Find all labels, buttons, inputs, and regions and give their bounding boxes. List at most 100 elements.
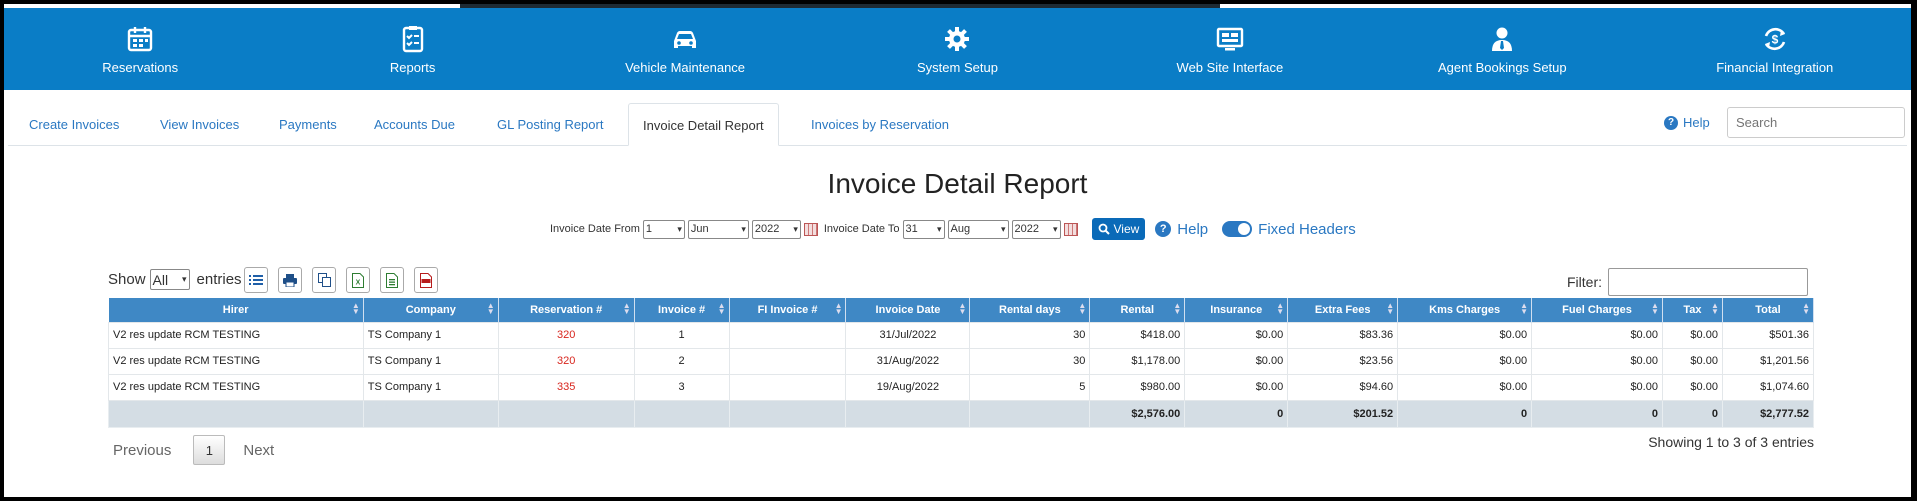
column-header-label: Company xyxy=(405,303,456,316)
sort-icon: ▲ ▼ xyxy=(834,301,843,316)
excel-export-button[interactable]: X xyxy=(346,267,370,293)
list-icon xyxy=(249,275,263,285)
chevron-down-icon: ▾ xyxy=(1052,223,1058,234)
table-cell: V2 res update RCM TESTING xyxy=(108,321,364,349)
tab-invoices-by-reservation[interactable]: Invoices by Reservation xyxy=(811,103,949,146)
table-row[interactable]: V2 res update RCM TESTING TS Company 1 320… xyxy=(108,321,1815,349)
table-row[interactable]: V2 res update RCM TESTING TS Company 1 320… xyxy=(108,347,1815,375)
column-header[interactable]: Rental ▲ ▼ xyxy=(1089,298,1186,322)
column-header[interactable]: Kms Charges ▲ ▼ xyxy=(1397,298,1533,322)
column-header[interactable]: Hirer ▲ ▼ xyxy=(108,298,364,322)
previous-button[interactable]: Previous xyxy=(113,442,171,459)
help-icon: ? xyxy=(1155,221,1172,237)
from-month-select[interactable]: Jun ▾ xyxy=(687,219,749,239)
nav-system-setup[interactable]: System Setup xyxy=(821,8,1093,90)
nav-label: Reports xyxy=(389,59,436,75)
to-day-value: 31 xyxy=(905,223,918,235)
sort-icon: ▲ ▼ xyxy=(622,301,631,316)
column-header[interactable]: Tax ▲ ▼ xyxy=(1662,298,1723,322)
column-header[interactable]: Rental days ▲ ▼ xyxy=(969,298,1091,322)
total-cell: 0 xyxy=(1397,399,1533,428)
gear-icon xyxy=(945,26,970,51)
filter-input[interactable] xyxy=(1608,268,1808,296)
export-toolbar: X xyxy=(244,267,438,293)
sort-icon: ▲ ▼ xyxy=(1276,301,1285,316)
copy-button[interactable] xyxy=(312,267,336,293)
column-header-label: Tax xyxy=(1683,303,1702,316)
table-cell: 3 xyxy=(633,373,730,401)
column-list-button[interactable] xyxy=(244,267,268,293)
table-cell: $0.00 xyxy=(1531,373,1663,401)
total-cell xyxy=(108,399,364,428)
column-header-label: Invoice Date xyxy=(875,303,941,316)
column-header[interactable]: Invoice # ▲ ▼ xyxy=(634,298,730,322)
tab-payments[interactable]: Payments xyxy=(279,103,337,146)
print-button[interactable] xyxy=(278,267,302,293)
view-button[interactable]: View xyxy=(1091,218,1146,240)
fixed-headers-label: Fixed Headers xyxy=(1258,220,1356,238)
column-header[interactable]: Total ▲ ▼ xyxy=(1722,298,1815,322)
tab-view-invoices[interactable]: View Invoices xyxy=(160,103,239,146)
calendar-icon[interactable] xyxy=(803,222,818,236)
table-cell: $0.00 xyxy=(1661,373,1723,401)
column-header[interactable]: FI Invoice # ▲ ▼ xyxy=(729,298,847,322)
sort-icon: ▲ ▼ xyxy=(486,301,495,316)
column-header[interactable]: Fuel Charges ▲ ▼ xyxy=(1531,298,1663,322)
tab-create-invoices[interactable]: Create Invoices xyxy=(29,103,119,146)
total-cell xyxy=(845,399,971,428)
tab-accounts-due[interactable]: Accounts Due xyxy=(374,103,455,146)
table-body: V2 res update RCM TESTING TS Company 1 320… xyxy=(108,321,1815,428)
from-month-value: Jun xyxy=(690,223,709,235)
show-entries: Show All ▾ entries xyxy=(108,269,242,290)
search-input[interactable] xyxy=(1727,107,1905,138)
nav-financial-integration[interactable]: $ Financial Integration xyxy=(1639,8,1911,90)
table-cell: 2 xyxy=(633,347,730,375)
table-cell xyxy=(728,347,847,375)
table-cell: $0.00 xyxy=(1184,347,1289,375)
to-day-select[interactable]: 31 ▾ xyxy=(902,219,945,239)
reservation-link[interactable]: 320 xyxy=(497,347,635,375)
column-header[interactable]: Extra Fees ▲ ▼ xyxy=(1287,298,1399,322)
reservation-link[interactable]: 335 xyxy=(497,373,635,401)
entries-select[interactable]: All ▾ xyxy=(149,269,190,290)
nav-web-site-interface[interactable]: Web Site Interface xyxy=(1094,8,1366,90)
csv-export-button[interactable] xyxy=(380,267,404,293)
nav-agent-bookings-setup[interactable]: Agent Bookings Setup xyxy=(1366,8,1638,90)
reservation-link[interactable]: 320 xyxy=(497,321,635,349)
fixed-headers-toggle[interactable] xyxy=(1222,221,1253,237)
tab-invoice-detail-report[interactable]: Invoice Detail Report xyxy=(628,103,779,146)
page-button[interactable]: 1 xyxy=(193,435,226,465)
next-button[interactable]: Next xyxy=(243,442,274,459)
totals-row: $2,576.00 0 $201.52 0 0 0 $2,777.52 xyxy=(108,399,1815,428)
from-day-select[interactable]: 1 ▾ xyxy=(642,219,685,239)
nav-vehicle-maintenance[interactable]: Vehicle Maintenance xyxy=(549,8,821,90)
help-link[interactable]: ? Help xyxy=(1155,221,1208,238)
to-year-select[interactable]: 2022 ▾ xyxy=(1011,219,1061,239)
tab-gl-posting-report[interactable]: GL Posting Report xyxy=(497,103,603,146)
pdf-icon xyxy=(420,272,432,288)
from-year-select[interactable]: 2022 ▾ xyxy=(751,219,801,239)
pdf-export-button[interactable] xyxy=(414,267,438,293)
column-header-label: Reservation # xyxy=(530,303,603,316)
excel-icon: X xyxy=(352,272,364,288)
to-month-select[interactable]: Aug ▾ xyxy=(947,219,1009,239)
nav-reports[interactable]: Reports xyxy=(276,8,548,90)
chevron-down-icon: ▾ xyxy=(677,223,682,234)
from-year-value: 2022 xyxy=(754,223,780,235)
table-cell: $0.00 xyxy=(1184,321,1289,349)
nav-reservations[interactable]: Reservations xyxy=(4,8,276,90)
chevron-down-icon: ▾ xyxy=(741,223,746,234)
column-header-label: Fuel Charges xyxy=(1562,303,1632,316)
table-cell: $1,178.00 xyxy=(1089,347,1186,375)
column-header[interactable]: Company ▲ ▼ xyxy=(363,298,499,322)
copy-icon xyxy=(317,273,331,287)
total-cell: 0 xyxy=(1661,399,1723,428)
table-cell: 5 xyxy=(969,373,1091,401)
column-header[interactable]: Reservation # ▲ ▼ xyxy=(498,298,635,322)
calendar-icon[interactable] xyxy=(1063,222,1078,236)
chevron-down-icon: ▾ xyxy=(182,274,187,284)
column-header[interactable]: Invoice Date ▲ ▼ xyxy=(845,298,971,322)
help-link[interactable]: ? Help xyxy=(1664,115,1710,130)
table-row[interactable]: V2 res update RCM TESTING TS Company 1 335… xyxy=(108,373,1815,401)
column-header[interactable]: Insurance ▲ ▼ xyxy=(1184,298,1289,322)
